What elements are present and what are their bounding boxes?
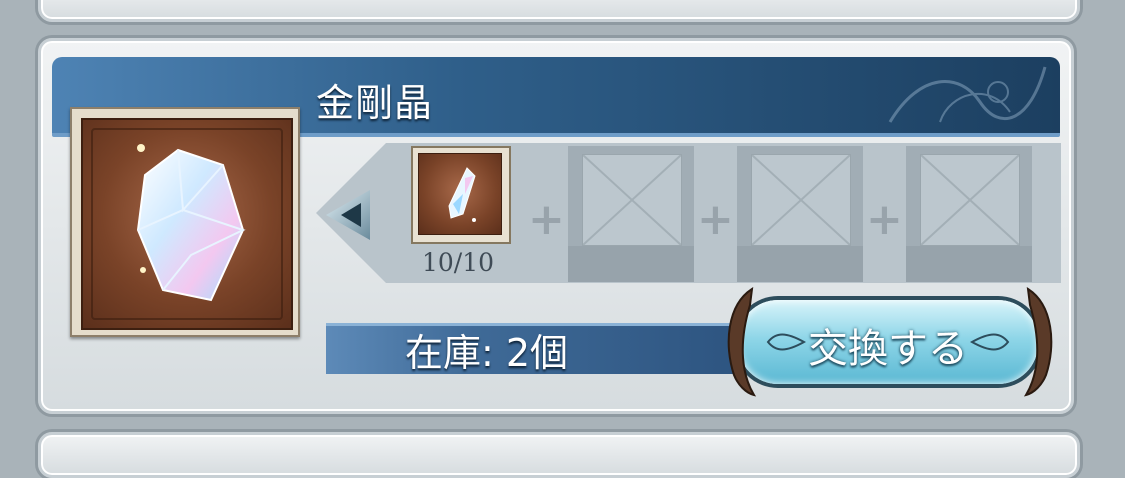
next-item-card xyxy=(38,432,1080,478)
plus-icon: + xyxy=(866,194,903,245)
item-title: 金剛晶 xyxy=(316,81,434,125)
slot-caption xyxy=(737,246,863,282)
empty-slot-icon xyxy=(920,154,1020,246)
ornament-decoration xyxy=(888,66,1047,123)
material-slot-3 xyxy=(737,146,863,282)
horn-right-icon xyxy=(1023,287,1053,397)
previous-item-card xyxy=(38,0,1080,22)
empty-slot-icon xyxy=(582,154,682,246)
plus-icon: + xyxy=(697,194,734,245)
material-slot-4 xyxy=(906,146,1032,282)
crystal-shard-icon xyxy=(418,153,502,235)
ornament-icon xyxy=(766,333,806,351)
material-slot-1[interactable] xyxy=(411,146,511,244)
item-icon-frame[interactable] xyxy=(70,107,300,337)
plus-icon: + xyxy=(528,194,565,245)
slot-caption xyxy=(568,246,694,282)
material-count: 10/10 xyxy=(421,248,495,277)
slot-caption xyxy=(906,246,1032,282)
material-slot-2 xyxy=(568,146,694,282)
horn-left-icon xyxy=(727,287,757,397)
crystal-icon xyxy=(81,118,293,330)
stock-count: 在庫: 2個 xyxy=(405,331,569,375)
empty-slot-icon xyxy=(751,154,851,246)
exchange-button[interactable]: 交換する xyxy=(738,300,1038,384)
ornament-icon xyxy=(970,333,1010,351)
